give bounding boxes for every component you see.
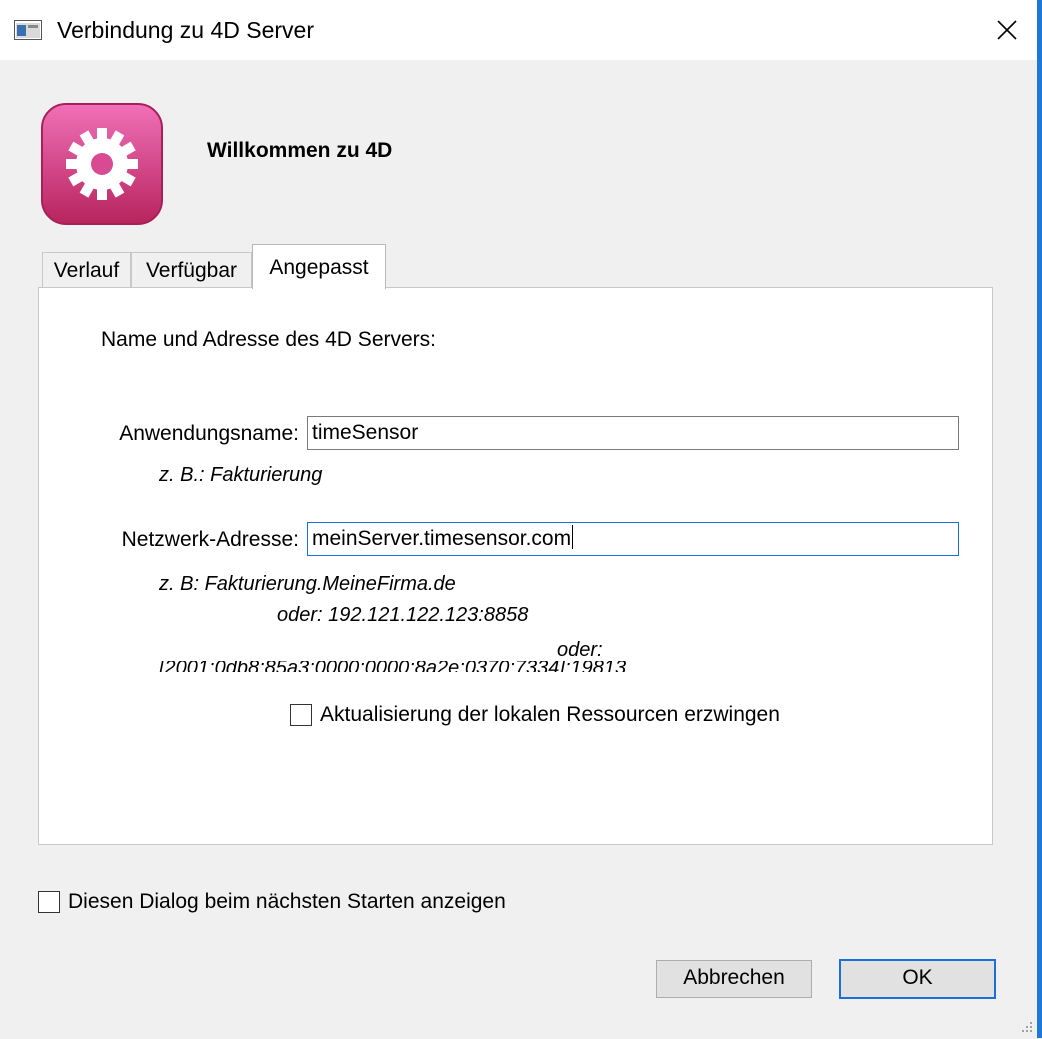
cancel-button[interactable]: Abbrechen (656, 960, 812, 998)
force-update-label: Aktualisierung der lokalen Ressourcen er… (320, 703, 780, 726)
close-icon (997, 20, 1017, 40)
title-bar: Verbindung zu 4D Server (0, 0, 1037, 60)
network-address-input[interactable]: meinServer.timesensor.com (307, 522, 959, 556)
window-title: Verbindung zu 4D Server (57, 17, 314, 43)
network-hint-example: z. B: Fakturierung.MeineFirma.de (159, 573, 456, 595)
window-icon (14, 20, 42, 40)
app-name-hint: z. B.: Fakturierung (159, 464, 323, 486)
network-hint-or: oder: (557, 639, 603, 661)
network-address-label: Netzwerk-Adresse: (121, 528, 299, 551)
hint-scroll-clip: [2001:0db8:85a3:0000:0000:8a2e:0370:7334… (149, 661, 749, 672)
tab-angepasst[interactable]: Angepasst (252, 244, 386, 289)
window-border (1037, 0, 1042, 1038)
network-hint-ipv4: oder: 192.121.122.123:8858 (277, 604, 529, 626)
section-title: Name und Adresse des 4D Servers: (101, 328, 436, 351)
show-dialog-label: Diesen Dialog beim nächsten Starten anze… (68, 890, 506, 913)
tab-verlauf[interactable]: Verlauf (42, 252, 131, 288)
resize-grip-icon[interactable] (1020, 1020, 1034, 1034)
tab-verfuegbar[interactable]: Verfügbar (131, 252, 252, 288)
welcome-heading: Willkommen zu 4D (207, 139, 393, 162)
custom-tab-panel: Name und Adresse des 4D Servers: Anwendu… (38, 287, 993, 845)
show-dialog-checkbox[interactable] (38, 891, 60, 913)
close-button[interactable] (982, 8, 1032, 52)
ok-button[interactable]: OK (839, 959, 996, 999)
app-logo-gear-icon (40, 102, 164, 226)
force-update-checkbox[interactable] (290, 704, 312, 726)
network-address-value: meinServer.timesensor.com (312, 527, 572, 550)
text-caret (572, 525, 574, 549)
network-hint-ipv6: [2001:0db8:85a3:0000:0000:8a2e:0370:7334… (159, 661, 627, 672)
app-name-input[interactable]: timeSensor (307, 416, 959, 450)
app-name-value: timeSensor (312, 421, 419, 444)
show-dialog-checkbox-row[interactable]: Diesen Dialog beim nächsten Starten anze… (38, 888, 506, 916)
app-name-label: Anwendungsname: (119, 422, 299, 445)
force-update-checkbox-row[interactable]: Aktualisierung der lokalen Ressourcen er… (290, 701, 780, 729)
